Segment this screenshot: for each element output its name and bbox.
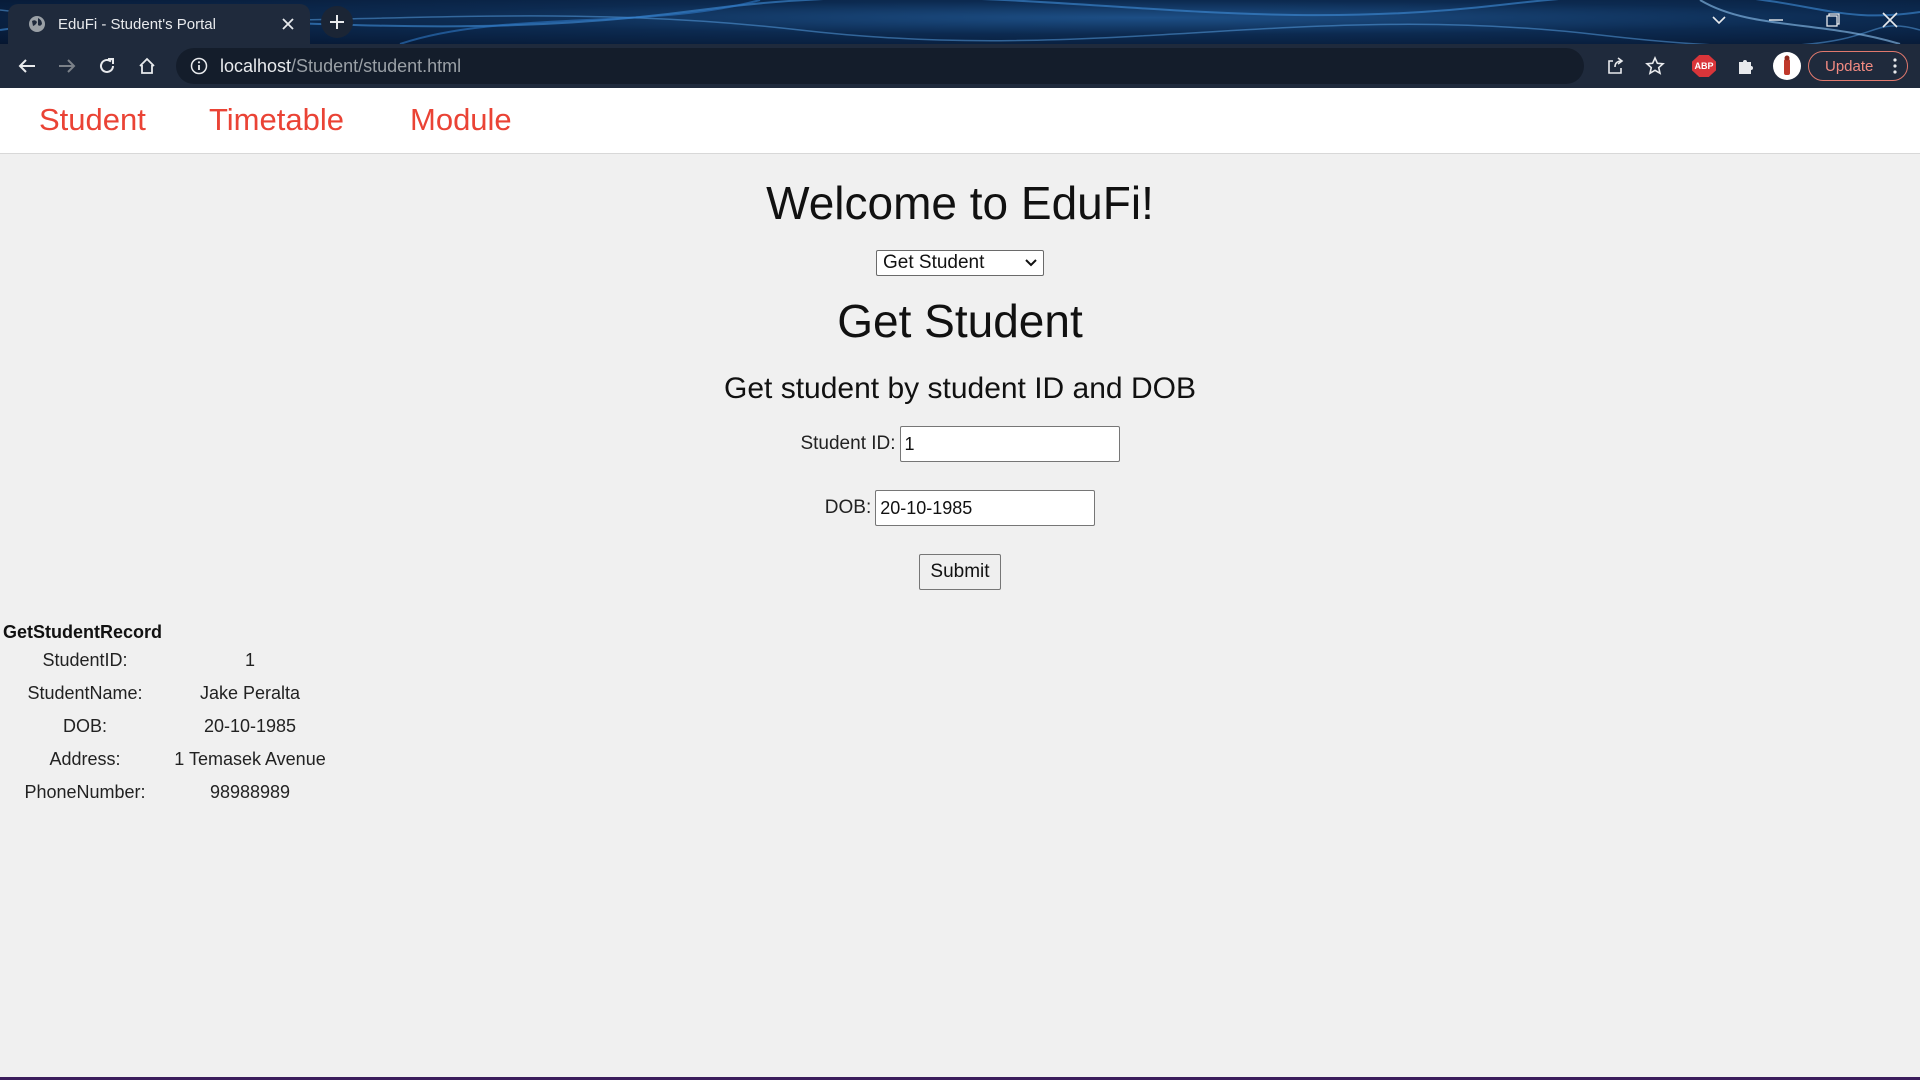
student-id-row: Student ID:	[0, 426, 1920, 462]
nav-student-link[interactable]: Student	[39, 102, 146, 138]
submit-row: Submit	[0, 554, 1920, 590]
section-subheading: Get student by student ID and DOB	[724, 372, 1196, 405]
table-row: DOB: 20-10-1985	[10, 710, 340, 743]
page-content: Student Timetable Module Welcome to EduF…	[0, 88, 1920, 1077]
adblock-icon[interactable]: ABP	[1692, 55, 1716, 77]
nav-timetable-link[interactable]: Timetable	[209, 102, 344, 138]
submit-button[interactable]: Submit	[919, 554, 1001, 590]
active-tab[interactable]: EduFi - Student's Portal	[8, 4, 310, 44]
dob-row: DOB:	[0, 490, 1920, 526]
extensions-puzzle-icon[interactable]	[1730, 50, 1762, 82]
update-button[interactable]: Update	[1808, 51, 1908, 81]
bookmark-star-icon[interactable]	[1639, 50, 1671, 82]
nav-module-link[interactable]: Module	[410, 102, 512, 138]
adblock-label: ABP	[1694, 61, 1714, 71]
tab-title: EduFi - Student's Portal	[58, 15, 216, 33]
globe-icon	[29, 16, 45, 32]
forward-arrow-icon[interactable]	[51, 50, 83, 82]
record-value: 20-10-1985	[203, 716, 297, 736]
minimize-icon[interactable]	[1748, 0, 1804, 40]
share-icon[interactable]	[1599, 50, 1631, 82]
close-window-icon[interactable]	[1862, 0, 1918, 40]
student-id-input[interactable]	[899, 426, 1120, 462]
record-value: 98988989	[209, 782, 291, 802]
restore-icon[interactable]	[1805, 0, 1861, 40]
table-row: StudentName: Jake Peralta	[10, 677, 340, 710]
top-navbar: Student Timetable Module	[0, 88, 1920, 154]
home-icon[interactable]	[131, 50, 163, 82]
browser-tabstrip: EduFi - Student's Portal	[0, 0, 1920, 44]
browser-toolbar: localhost/Student/student.html ABP Updat…	[0, 44, 1920, 88]
record-value: 1	[244, 650, 255, 670]
tab-close-icon[interactable]	[276, 12, 300, 36]
url-text: localhost/Student/student.html	[220, 56, 461, 77]
action-select-value: Get Student	[883, 252, 985, 273]
record-title: GetStudentRecord	[3, 622, 163, 642]
record-label: StudentName:	[27, 683, 143, 703]
action-select-wrap: Get Student	[0, 250, 1920, 276]
record-label: DOB:	[62, 716, 107, 736]
site-info-icon[interactable]	[190, 57, 208, 75]
new-tab-icon[interactable]	[321, 6, 353, 38]
reload-icon[interactable]	[91, 50, 123, 82]
more-menu-icon	[1893, 58, 1897, 74]
url-host: localhost	[220, 55, 292, 76]
record-label: Address:	[49, 749, 121, 769]
record-label: StudentID:	[42, 650, 128, 670]
record-value: 1 Temasek Avenue	[174, 749, 326, 769]
student-record-table: StudentID: 1 StudentName: Jake Peralta DOB…	[10, 644, 340, 809]
welcome-heading: Welcome to EduFi!	[766, 177, 1154, 229]
record-label: PhoneNumber:	[24, 782, 146, 802]
update-label: Update	[1825, 57, 1874, 75]
table-row: StudentID: 1	[10, 644, 340, 677]
action-select[interactable]: Get Student	[876, 250, 1044, 276]
record-value: Jake Peralta	[199, 683, 301, 703]
table-row: PhoneNumber: 98988989	[10, 776, 340, 809]
chevron-down-icon	[1025, 259, 1037, 267]
table-row: Address: 1 Temasek Avenue	[10, 743, 340, 776]
section-heading: Get Student	[837, 295, 1083, 347]
back-arrow-icon[interactable]	[11, 50, 43, 82]
profile-avatar-icon[interactable]	[1773, 52, 1801, 80]
dob-label: DOB:	[824, 497, 872, 518]
dob-input[interactable]	[875, 490, 1096, 526]
student-id-label: Student ID:	[800, 433, 896, 454]
address-bar[interactable]: localhost/Student/student.html	[176, 48, 1584, 84]
tab-search-icon[interactable]	[1691, 0, 1747, 40]
url-path: /Student/student.html	[291, 55, 462, 76]
